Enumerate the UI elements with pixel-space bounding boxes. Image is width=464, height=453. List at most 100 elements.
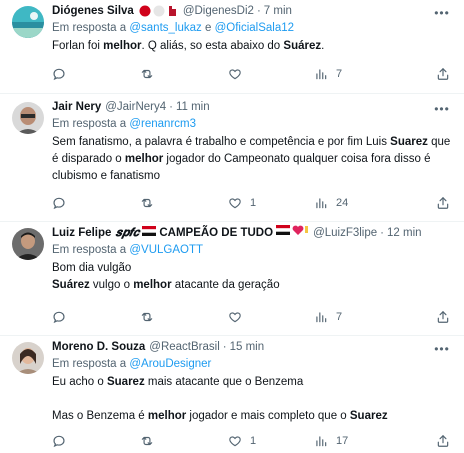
timestamp[interactable]: 15 min bbox=[230, 338, 265, 356]
share-icon bbox=[437, 435, 449, 447]
tweet-1[interactable]: Diógenes Silva @DigenesDi2 · 7 min Em re… bbox=[0, 0, 464, 94]
like-button[interactable] bbox=[228, 67, 250, 81]
retweet-icon bbox=[141, 312, 153, 322]
display-name[interactable]: Jair Nery bbox=[52, 98, 101, 116]
tweet-text: Eu acho o Suarez mais atacante que o Ben… bbox=[52, 374, 456, 425]
reply-button[interactable] bbox=[52, 196, 74, 210]
views-icon bbox=[316, 198, 327, 209]
share-button[interactable] bbox=[436, 310, 450, 324]
like-button[interactable]: 1 bbox=[228, 196, 256, 210]
handle[interactable]: @ReactBrasil bbox=[149, 338, 219, 356]
display-name[interactable]: Luiz Felipe bbox=[52, 224, 111, 242]
reply-context: Em resposta a @renanrcm3 bbox=[52, 118, 197, 130]
share-button[interactable] bbox=[436, 196, 450, 210]
handle[interactable]: @LuizF3lipe bbox=[313, 224, 377, 242]
action-bar: 1 17 bbox=[52, 433, 450, 449]
reply-button[interactable] bbox=[52, 434, 74, 448]
reply-icon bbox=[53, 435, 65, 448]
retweet-button[interactable] bbox=[140, 434, 162, 448]
views-button[interactable]: 7 bbox=[314, 310, 342, 324]
reply-context: Em resposta a @VULGAOTT bbox=[52, 244, 204, 256]
avatar[interactable] bbox=[12, 6, 44, 38]
reply-icon bbox=[53, 311, 65, 324]
like-icon bbox=[229, 312, 241, 323]
more-options-icon[interactable]: ••• bbox=[434, 103, 450, 118]
reply-icon bbox=[53, 68, 65, 81]
display-name[interactable]: Moreno D. Souza bbox=[52, 338, 145, 356]
handle[interactable]: @DigenesDi2 bbox=[183, 2, 254, 20]
text-line: Bom dia vulgão bbox=[52, 262, 132, 274]
text-line: Eu acho o Suarez mais atacante que o Ben… bbox=[52, 376, 304, 388]
reply-mention[interactable]: @OficialSala12 bbox=[215, 22, 294, 34]
views-button[interactable]: 7 bbox=[314, 67, 342, 81]
like-icon bbox=[229, 198, 241, 209]
reply-icon bbox=[53, 197, 65, 210]
like-count: 1 bbox=[250, 197, 257, 209]
views-count: 7 bbox=[336, 68, 343, 80]
reply-mention[interactable]: @sants_lukaz bbox=[129, 22, 201, 34]
handle[interactable]: @JairNery4 bbox=[105, 98, 166, 116]
retweet-icon bbox=[141, 198, 153, 208]
views-count: 7 bbox=[336, 311, 343, 323]
reply-mention[interactable]: @ArouDesigner bbox=[129, 358, 211, 370]
timestamp[interactable]: 12 min bbox=[387, 224, 422, 242]
emoji-badges bbox=[139, 5, 179, 17]
tweet-text: Bom dia vulgão Suárez vulgo o melhor ata… bbox=[52, 260, 456, 294]
action-bar: 1 24 bbox=[52, 195, 450, 211]
avatar[interactable] bbox=[12, 102, 44, 134]
tweet-3[interactable]: Luiz Felipe 𝒔𝒑𝒇𝒄 CAMPEÃO DE TUDO @LuizF3… bbox=[0, 222, 464, 336]
text-line bbox=[52, 391, 456, 408]
views-button[interactable]: 17 bbox=[314, 434, 348, 448]
tweet-header: Moreno D. Souza @ReactBrasil · 15 min bbox=[52, 338, 456, 356]
more-options-icon[interactable]: ••• bbox=[434, 7, 450, 22]
reply-mention[interactable]: @renanrcm3 bbox=[129, 118, 196, 130]
retweet-icon bbox=[141, 436, 153, 446]
views-count: 24 bbox=[336, 197, 349, 209]
retweet-button[interactable] bbox=[140, 310, 162, 324]
retweet-button[interactable] bbox=[140, 67, 162, 81]
share-icon bbox=[437, 68, 449, 80]
timestamp[interactable]: 11 min bbox=[176, 98, 210, 116]
display-name[interactable]: Diógenes Silva bbox=[52, 2, 134, 20]
tweet-header: Diógenes Silva @DigenesDi2 · 7 min bbox=[52, 2, 456, 20]
name-suffix: CAMPEÃO DE TUDO bbox=[159, 227, 274, 239]
views-button[interactable]: 24 bbox=[314, 196, 348, 210]
avatar[interactable] bbox=[12, 342, 44, 374]
tweet-header: Luiz Felipe 𝒔𝒑𝒇𝒄 CAMPEÃO DE TUDO @LuizF3… bbox=[52, 224, 456, 242]
action-bar: 7 bbox=[52, 66, 450, 82]
tweet-text: Sem fanatismo, a palavra é trabalho e co… bbox=[52, 136, 451, 182]
reply-button[interactable] bbox=[52, 67, 74, 81]
share-icon bbox=[437, 311, 449, 323]
club-badge-text: 𝒔𝒑𝒇𝒄 bbox=[115, 227, 140, 239]
tweet-header: Jair Nery @JairNery4 · 11 min bbox=[52, 98, 456, 116]
like-count: 1 bbox=[250, 435, 257, 447]
action-bar: 7 bbox=[52, 309, 450, 325]
retweet-button[interactable] bbox=[140, 196, 162, 210]
like-button[interactable]: 1 bbox=[228, 434, 256, 448]
like-icon bbox=[229, 69, 241, 80]
text-line: Suárez vulgo o melhor atacante da geraçã… bbox=[52, 279, 280, 291]
reply-button[interactable] bbox=[52, 310, 74, 324]
like-button[interactable] bbox=[228, 310, 250, 324]
reply-context: Em resposta a @sants_lukaz e @OficialSal… bbox=[52, 22, 295, 34]
reply-context: Em resposta a @ArouDesigner bbox=[52, 358, 212, 370]
reply-mention[interactable]: @VULGAOTT bbox=[129, 244, 203, 256]
share-icon bbox=[437, 197, 449, 209]
emoji-badges bbox=[276, 224, 310, 242]
share-button[interactable] bbox=[436, 67, 450, 81]
tweet-2[interactable]: Jair Nery @JairNery4 · 11 min Em respost… bbox=[0, 94, 464, 222]
tweet-text: Forlan foi melhor. Q aliás, so esta abai… bbox=[52, 40, 325, 52]
text-line: Mas o Benzema é melhor jogador e mais co… bbox=[52, 410, 388, 422]
retweet-icon bbox=[141, 69, 153, 79]
views-icon bbox=[316, 69, 327, 80]
avatar[interactable] bbox=[12, 228, 44, 260]
views-icon bbox=[316, 312, 327, 323]
views-icon bbox=[316, 436, 327, 447]
views-count: 17 bbox=[336, 435, 349, 447]
more-options-icon[interactable]: ••• bbox=[434, 343, 450, 358]
timestamp[interactable]: 7 min bbox=[264, 2, 292, 20]
flag-icon bbox=[142, 224, 157, 242]
like-icon bbox=[229, 436, 241, 447]
share-button[interactable] bbox=[436, 434, 450, 448]
tweet-4[interactable]: Moreno D. Souza @ReactBrasil · 15 min Em… bbox=[0, 336, 464, 453]
